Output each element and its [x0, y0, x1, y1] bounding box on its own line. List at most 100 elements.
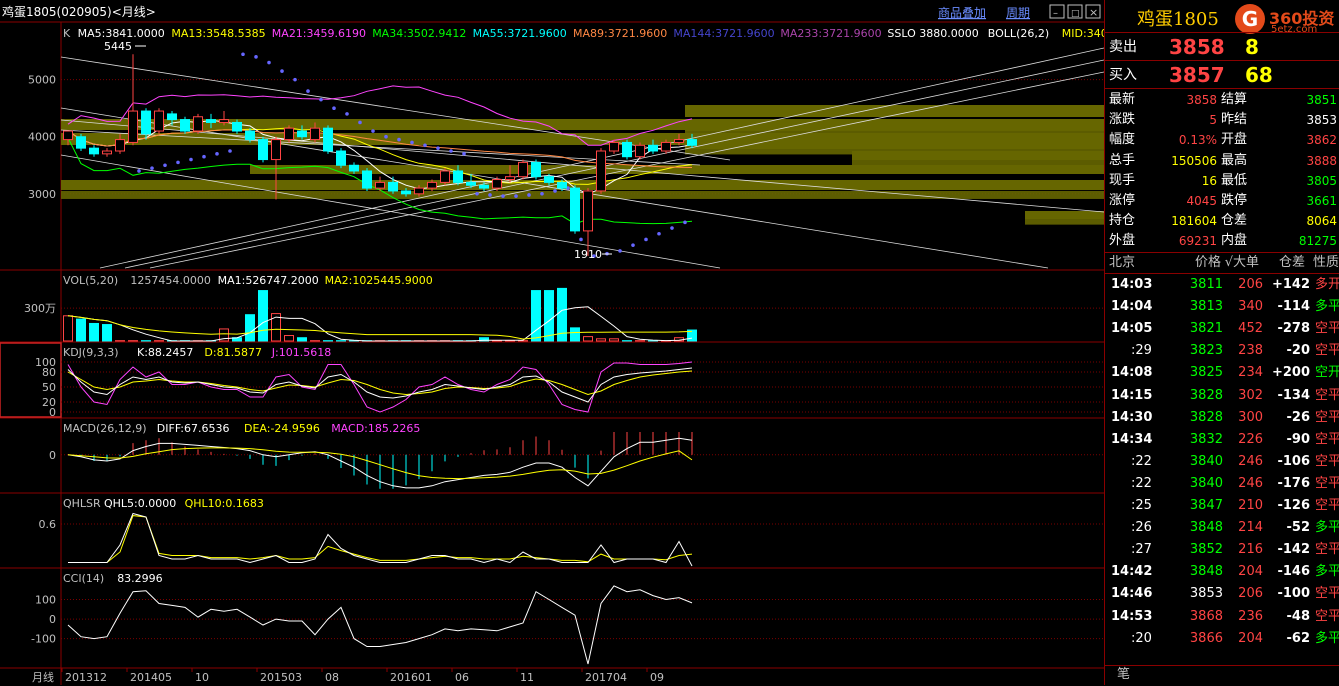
trade-time: :22: [1131, 473, 1152, 495]
trades-header-cell: √大单: [1225, 253, 1259, 273]
sar-dot: [579, 238, 583, 242]
sar-dot: [631, 243, 635, 247]
quote-label: 涨跌: [1109, 110, 1135, 130]
trade-price: 3847: [1190, 495, 1223, 517]
candle-body: [493, 180, 502, 189]
minimize-glyph: –: [1053, 8, 1058, 19]
quote-label: 昨结: [1221, 110, 1247, 130]
quote-value: 3853: [1306, 110, 1337, 130]
x-tick-label: 06: [455, 671, 469, 684]
x-tick-label: 201704: [585, 671, 627, 684]
candle-body: [584, 191, 593, 231]
cci-axis-label: 100: [35, 594, 56, 607]
quote-value: 3851: [1306, 90, 1337, 110]
trade-volume: 340: [1238, 296, 1263, 318]
volume-profile-band: [852, 151, 1104, 160]
quote-label: 结算: [1221, 90, 1247, 110]
candle-body: [155, 111, 164, 131]
close-glyph: ×: [1089, 6, 1098, 19]
candle-body: [532, 162, 541, 176]
trade-price: 3848: [1190, 517, 1223, 539]
x-axis-name: 月线: [32, 670, 54, 684]
candle-body: [220, 120, 229, 123]
candle-body: [181, 120, 190, 131]
trade-row: 14:033811206+142多开: [1105, 274, 1339, 296]
volume-bar: [610, 339, 619, 341]
sar-dot: [553, 189, 557, 193]
quote-label: 持仓: [1109, 211, 1135, 231]
main-legend-item: MA34:3502.9412: [372, 27, 466, 40]
main-legend-item: K: [63, 27, 71, 40]
trade-oi-change: -90: [1287, 429, 1311, 451]
trades-header-cell: 性质: [1313, 253, 1339, 273]
candle-body: [428, 182, 437, 188]
volume-bar: [545, 291, 554, 341]
buy-price: 3857: [1169, 62, 1225, 88]
buy-row[interactable]: 买入 3857 68: [1105, 62, 1339, 88]
trade-time: 14:34: [1111, 429, 1152, 451]
candle-body: [207, 120, 216, 123]
candle-body: [272, 140, 281, 160]
trade-volume: 206: [1238, 274, 1263, 296]
trade-oi-change: -278: [1277, 318, 1310, 340]
cycle-link[interactable]: 周期: [1006, 6, 1030, 20]
candle-body: [454, 171, 463, 182]
trade-oi-change: -20: [1287, 340, 1311, 362]
trade-type: 空平: [1315, 606, 1339, 628]
candle-body: [402, 191, 411, 194]
quote-row: 最新3858结算3851: [1105, 90, 1339, 110]
trade-row: 14:533868236-48空平: [1105, 606, 1339, 628]
sar-dot: [410, 141, 414, 145]
trade-volume: 302: [1238, 385, 1263, 407]
trade-volume: 204: [1238, 628, 1263, 650]
quote-label: 最新: [1109, 90, 1135, 110]
candle-body: [77, 137, 86, 148]
candle-body: [90, 148, 99, 154]
trade-price: 3852: [1190, 539, 1223, 561]
sar-dot: [436, 146, 440, 150]
quote-label: 内盘: [1221, 231, 1247, 251]
main-legend-item: MA13:3548.5385: [171, 27, 265, 40]
volume-bar: [532, 291, 541, 341]
quote-row: 现手16最低3805: [1105, 171, 1339, 191]
quote-label: 涨停: [1109, 191, 1135, 211]
trade-price: 3866: [1190, 628, 1223, 650]
sar-dot: [332, 106, 336, 110]
trade-volume: 206: [1238, 583, 1263, 605]
quote-row: 涨跌5昨结3853: [1105, 110, 1339, 130]
trade-price: 3853: [1190, 583, 1223, 605]
trade-type: 空平: [1315, 385, 1339, 407]
volume-bar: [584, 337, 593, 341]
trade-price: 3840: [1190, 451, 1223, 473]
quote-label: 总手: [1109, 151, 1135, 171]
sar-dot: [202, 155, 206, 159]
trade-time: :20: [1131, 628, 1152, 650]
sell-price: 3858: [1169, 34, 1225, 60]
qhlsr-legend-item: QHL10:0.1683: [185, 497, 264, 510]
trade-type: 空平: [1315, 318, 1339, 340]
sar-dot: [462, 152, 466, 156]
trade-price: 3813: [1190, 296, 1223, 318]
sar-dot: [540, 192, 544, 196]
quote-row: 外盘69231内盘81275: [1105, 231, 1339, 251]
volume-profile-band: [685, 137, 1104, 149]
trade-volume: 204: [1238, 561, 1263, 583]
sell-row[interactable]: 卖出 3858 8: [1105, 34, 1339, 60]
sar-dot: [527, 193, 531, 197]
trade-time: :29: [1131, 340, 1152, 362]
vol-legend-item: MA1:526747.2000: [218, 274, 319, 287]
trade-time: :26: [1131, 517, 1152, 539]
trade-row: 14:343832226-90空平: [1105, 429, 1339, 451]
candle-body: [233, 122, 242, 131]
trades-header-cell: 北京: [1109, 253, 1135, 273]
overlay-link[interactable]: 商品叠加: [938, 5, 986, 20]
x-tick-label: 08: [325, 671, 339, 684]
trades-header-cell: 价格: [1195, 253, 1221, 273]
trade-volume: 238: [1238, 340, 1263, 362]
macd-legend-item: DIFF:67.6536: [157, 422, 230, 435]
quote-value: 3888: [1306, 151, 1337, 171]
trade-price: 3848: [1190, 561, 1223, 583]
candle-body: [285, 128, 294, 139]
chart-area[interactable]: 鸡蛋1805(020905)<月线>商品叠加周期–□×5000400030005…: [0, 0, 1104, 685]
x-tick-label: 201312: [65, 671, 107, 684]
